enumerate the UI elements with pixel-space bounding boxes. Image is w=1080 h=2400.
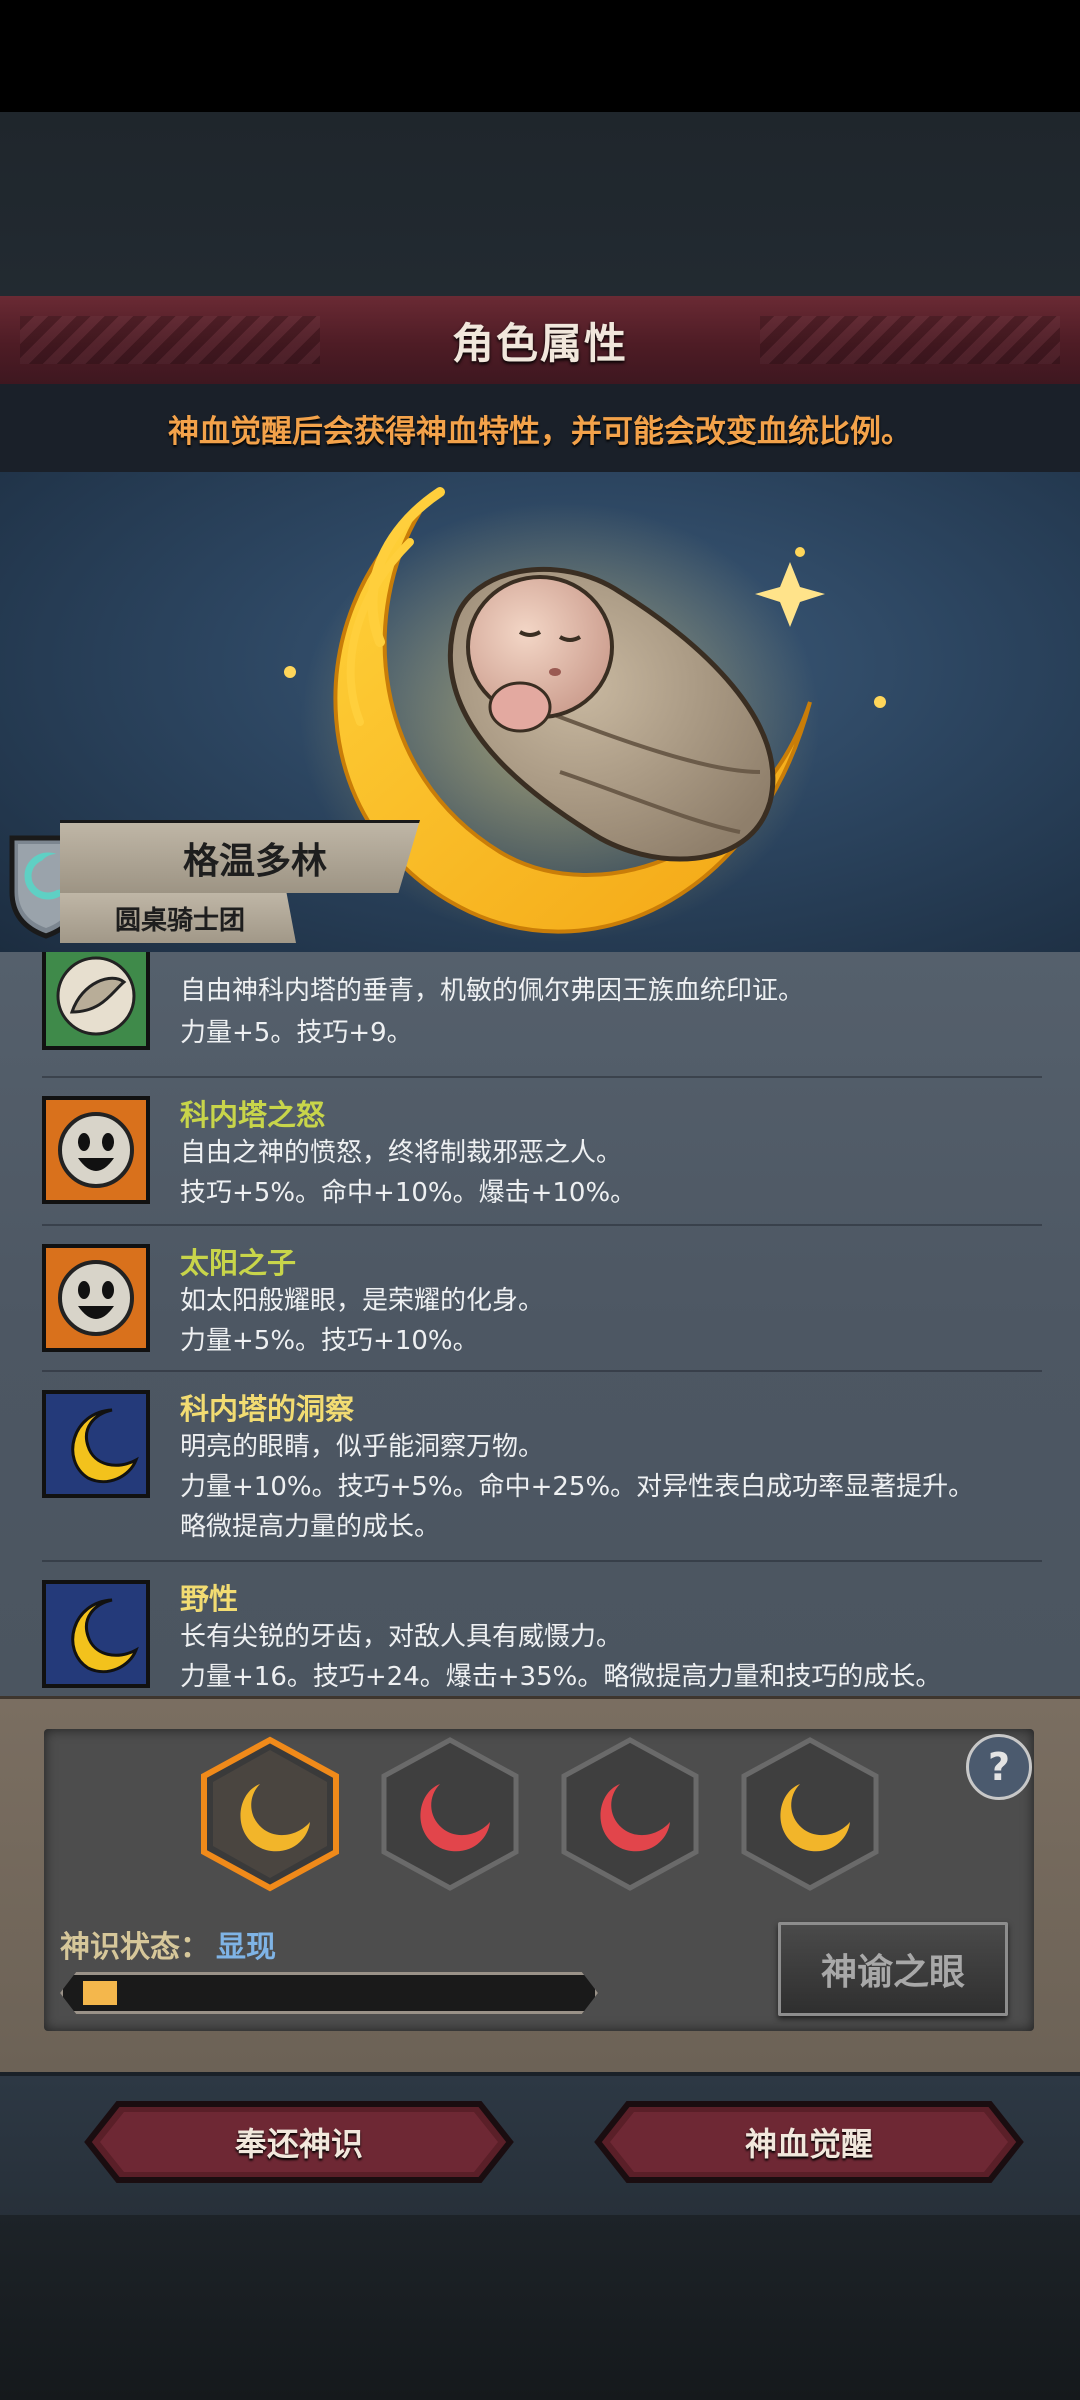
trait-effect: 技巧+5%。命中+10%。爆击+10%。	[180, 1178, 637, 1208]
smiley-face-icon	[42, 1096, 150, 1204]
divider	[42, 1560, 1042, 1562]
crescent-moon-icon	[42, 1390, 150, 1498]
return-divine-button[interactable]: 奉还神识	[84, 2100, 514, 2184]
trait-name: 野性	[180, 1582, 239, 1616]
trait-effect: 力量+10%。技巧+5%。命中+25%。对异性表白成功率显著提升。	[180, 1472, 975, 1502]
divider	[42, 1224, 1042, 1226]
progress-fill	[83, 1981, 117, 2005]
page-subtitle: 神血觉醒后会获得神血特性，并可能会改变血统比例。	[168, 413, 912, 450]
character-guild: 圆桌骑士团	[114, 905, 245, 936]
blood-awaken-label: 神血觉醒	[744, 2125, 873, 2163]
trait-description: 明亮的眼睛，似乎能洞察万物。	[180, 1432, 545, 1462]
subtitle-banner: 神血觉醒后会获得神血特性，并可能会改变血统比例。	[0, 384, 1080, 472]
trait-name: 科内塔的洞察	[180, 1392, 355, 1426]
divine-progress-bar	[60, 1972, 598, 2014]
oracle-eye-button[interactable]: 神谕之眼	[778, 1922, 1008, 2016]
trait-effect: 力量+5。技巧+9。	[180, 1018, 413, 1048]
character-name-plate: 格温多林	[60, 820, 420, 893]
smiley-face-icon	[42, 1244, 150, 1352]
bottom-backdrop	[0, 2215, 1080, 2400]
trait-description: 如太阳般耀眼，是荣耀的化身。	[180, 1286, 545, 1316]
backdrop	[0, 112, 1080, 296]
traits-list[interactable]: 自由神科内塔的垂青，机敏的佩尔弗因王族血统印证。 力量+5。技巧+9。 科内塔之…	[0, 952, 1080, 1696]
feather-icon	[42, 952, 150, 1050]
blood-awaken-button[interactable]: 神血觉醒	[594, 2100, 1024, 2184]
trait-description: 自由之神的愤怒，终将制裁邪恶之人。	[180, 1138, 623, 1168]
trait-effect: 力量+5%。技巧+10%。	[180, 1326, 479, 1356]
divine-status-label: 神识状态：	[60, 1930, 210, 1965]
crescent-moon-icon	[42, 1580, 150, 1688]
return-divine-label: 奉还神识	[234, 2125, 363, 2163]
character-name: 格温多林	[182, 841, 327, 882]
oracle-eye-label: 神谕之眼	[820, 1952, 965, 1993]
divine-status-value: 显现	[216, 1930, 276, 1965]
divine-slot-2[interactable]	[381, 1737, 519, 1891]
status-bar	[0, 0, 1080, 112]
trait-name: 科内塔之怒	[180, 1098, 326, 1132]
help-button[interactable]: ?	[966, 1734, 1032, 1800]
title-banner: 角色属性	[0, 296, 1080, 386]
trait-description: 自由神科内塔的垂青，机敏的佩尔弗因王族血统印证。	[180, 976, 805, 1006]
page-title: 角色属性	[451, 318, 628, 368]
divider	[42, 1370, 1042, 1372]
divine-slot-4[interactable]	[741, 1737, 879, 1891]
trait-name: 太阳之子	[180, 1246, 297, 1280]
trait-effect: 力量+16。技巧+24。爆击+35%。略微提高力量和技巧的成长。	[180, 1662, 942, 1692]
divine-slots	[201, 1736, 879, 1892]
trait-description: 长有尖锐的牙齿，对敌人具有威慑力。	[180, 1622, 623, 1652]
trait-extra: 略微提高力量的成长。	[180, 1512, 441, 1542]
divine-slot-1[interactable]	[201, 1736, 339, 1892]
divider	[42, 1076, 1042, 1078]
guild-plate: 圆桌骑士团	[60, 893, 296, 943]
divine-slot-3[interactable]	[561, 1737, 699, 1891]
